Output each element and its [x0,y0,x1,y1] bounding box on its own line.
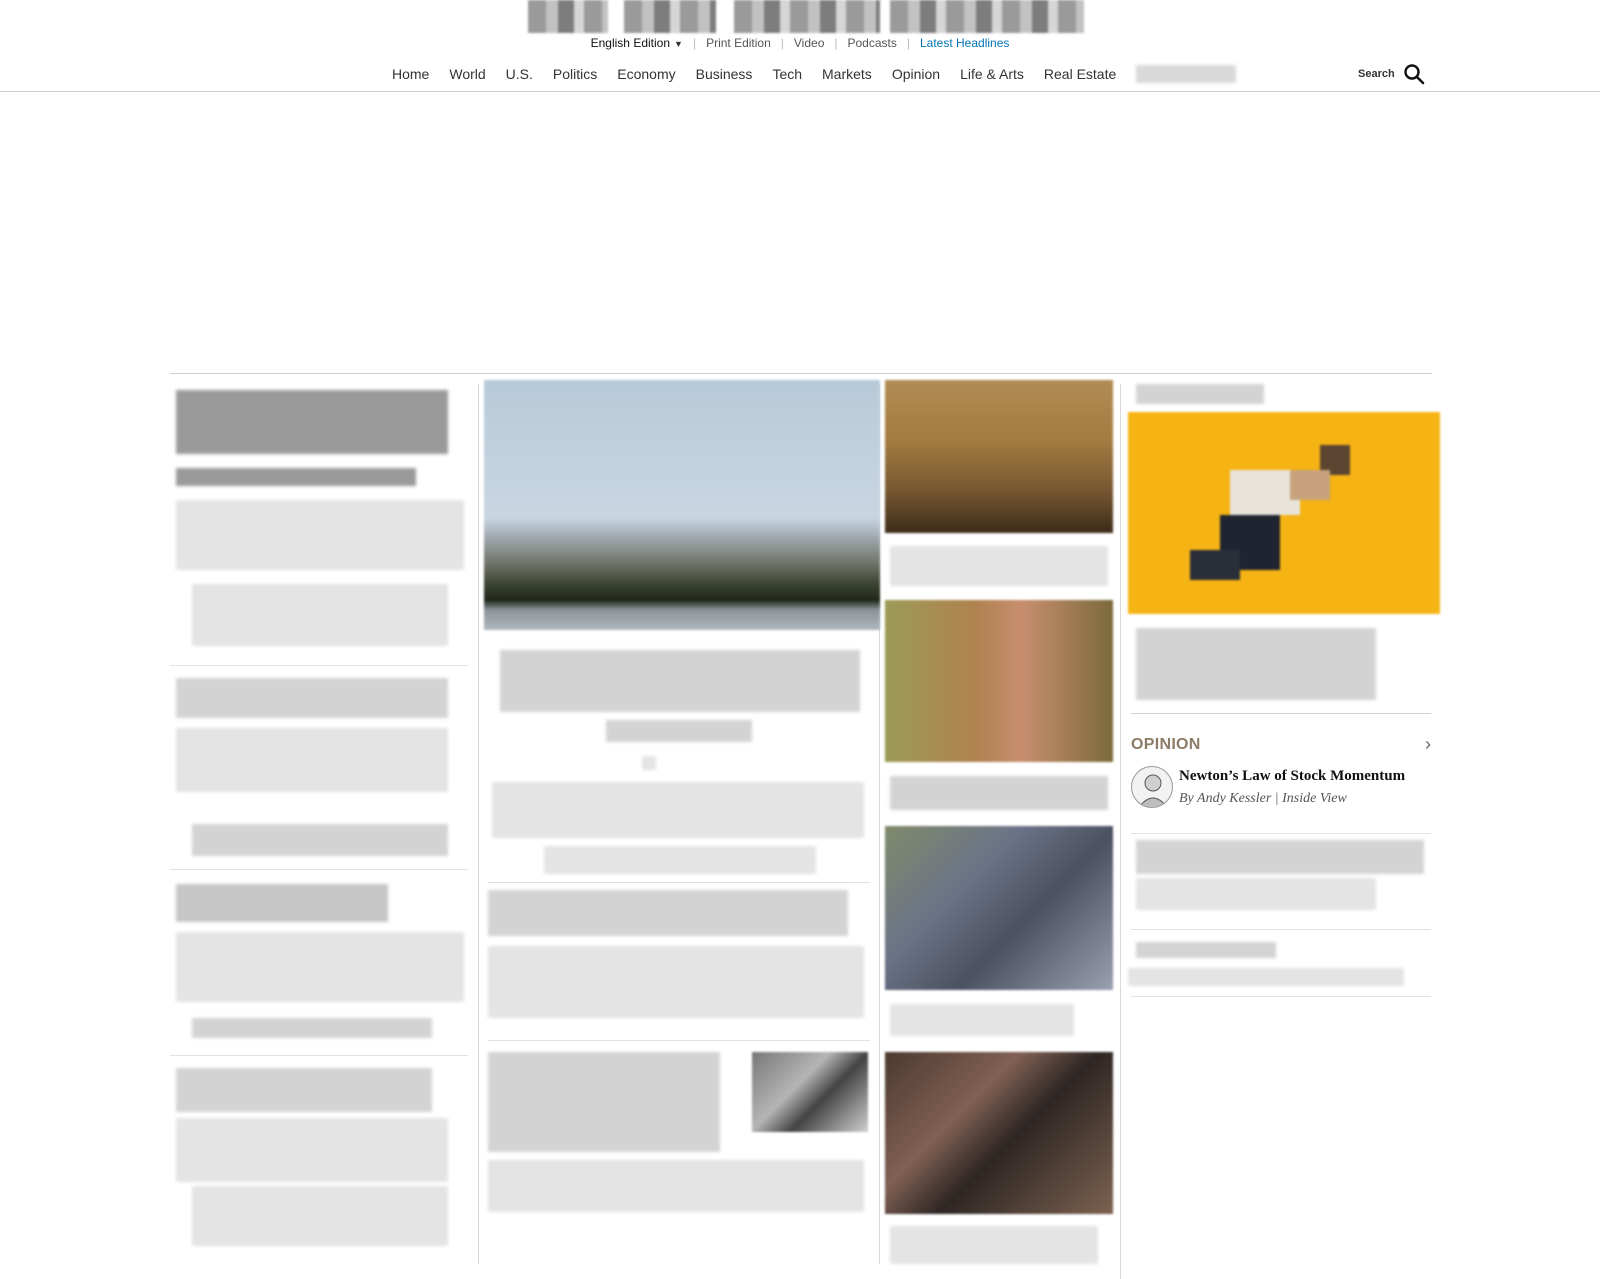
story-image[interactable] [885,600,1113,762]
column-divider [1120,384,1121,1279]
edition-selector[interactable]: English Edition ▼ [581,36,693,50]
link-latest-headlines[interactable]: Latest Headlines [910,36,1019,50]
edition-bar: English Edition ▼ | Print Edition | Video | Pod… [0,36,1600,50]
story-headline[interactable] [890,1004,1074,1036]
nav-item-obscured[interactable] [1136,65,1237,83]
link-video[interactable]: Video [784,36,834,50]
section-divider [170,373,1432,374]
nav-life-arts[interactable]: Life & Arts [960,66,1024,82]
opinion-section-header[interactable]: OPINION › [1131,734,1431,755]
story-headline[interactable] [890,546,1108,586]
rail-divider [1131,833,1431,834]
opinion-label: OPINION [1131,735,1201,753]
story-divider [170,1055,468,1056]
main-nav: Home World U.S. Politics Economy Busines… [392,62,1237,86]
column-divider [478,384,479,1264]
story-divider [488,882,870,883]
chevron-right-icon[interactable]: › [1425,734,1431,755]
opinion-byline: By Andy Kessler | Inside View [1179,791,1347,806]
story-image[interactable] [885,826,1113,990]
rail-story[interactable] [1128,968,1404,986]
nav-economy[interactable]: Economy [617,66,675,82]
header-divider [0,91,1600,92]
opinion-story[interactable]: Newton’s Law of Stock Momentum By Andy K… [1131,766,1431,808]
rail-divider [1131,929,1431,930]
promo-headline[interactable] [1136,628,1376,700]
nav-us[interactable]: U.S. [506,66,533,82]
site-logo[interactable] [528,0,1084,33]
story-headline[interactable] [890,1226,1098,1264]
story-headline[interactable] [890,776,1108,810]
nav-tech[interactable]: Tech [772,66,802,82]
rail-section-label[interactable] [1136,384,1264,404]
search-icon [1404,64,1425,85]
story-divider [170,869,468,870]
rail-divider [1131,996,1431,997]
search-label: Search [1358,68,1395,80]
story-image[interactable] [885,1052,1113,1214]
nav-world[interactable]: World [449,66,485,82]
lead-story-image[interactable] [484,380,880,630]
author-avatar [1131,766,1173,808]
rail-divider [1131,713,1431,714]
rail-story[interactable] [1136,840,1424,874]
nav-politics[interactable]: Politics [553,66,597,82]
chevron-down-icon: ▼ [674,39,683,49]
nav-real-estate[interactable]: Real Estate [1044,66,1116,82]
link-print-edition[interactable]: Print Edition [696,36,781,50]
search-button[interactable]: Search [1358,62,1425,86]
promo-figure [1190,445,1350,580]
rail-story[interactable] [1136,942,1276,958]
rail-story[interactable] [1136,878,1376,910]
story-divider [488,1040,870,1041]
nav-markets[interactable]: Markets [822,66,872,82]
opinion-headline[interactable]: Newton’s Law of Stock Momentum [1179,768,1405,785]
story-divider [170,665,468,666]
story-thumbnail[interactable] [752,1052,868,1132]
nav-opinion[interactable]: Opinion [892,66,940,82]
nav-home[interactable]: Home [392,66,429,82]
nav-business[interactable]: Business [696,66,753,82]
link-podcasts[interactable]: Podcasts [838,36,907,50]
story-image[interactable] [885,380,1113,533]
